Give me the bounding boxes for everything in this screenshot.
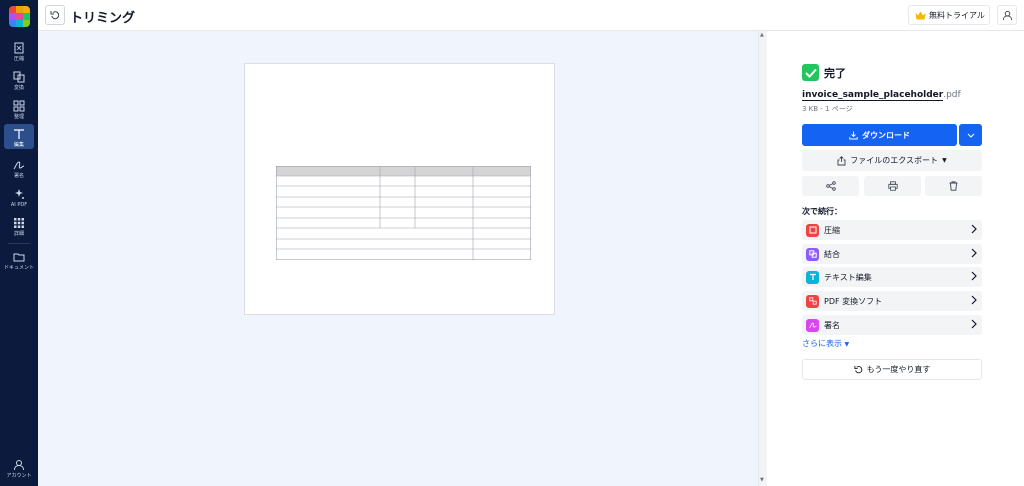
share-button[interactable]	[802, 176, 859, 196]
tool-label: 結合	[824, 249, 840, 259]
sidebar-item-label: 整理	[13, 114, 24, 120]
sidebar: 圧縮 変換 整理 編集 署名 AI PDF 詳細 ドキュメント アカウント	[0, 0, 38, 486]
sidebar-item-label: 圧縮	[13, 56, 24, 62]
chevron-right-icon	[971, 271, 977, 281]
file-name: invoice_sample_placeholder.pdf	[802, 90, 961, 101]
show-more-label: さらに表示	[802, 339, 842, 348]
account-icon	[14, 460, 24, 471]
sidebar-item-convert[interactable]: 変換	[4, 67, 34, 91]
download-button[interactable]: ダウンロード	[802, 124, 957, 146]
convert-icon	[13, 71, 25, 83]
download-label: ダウンロード	[862, 130, 910, 140]
tool-label: 圧縮	[824, 225, 840, 235]
continue-with-label: 次で続行：	[802, 207, 842, 216]
print-button[interactable]	[864, 176, 921, 196]
sidebar-item-label: 変換	[13, 85, 24, 91]
share-icon	[825, 181, 836, 191]
check-icon	[802, 64, 819, 81]
retry-label: もう一度やり直す	[866, 365, 931, 374]
sign-tool-icon	[806, 318, 819, 332]
sidebar-item-label: 編集	[13, 142, 24, 148]
scroll-up-arrow-icon[interactable]: ▲	[760, 32, 764, 38]
delete-button[interactable]	[925, 176, 982, 196]
sidebar-item-label: 署名	[13, 173, 24, 179]
compress-tool-icon	[806, 223, 819, 237]
trash-icon	[949, 181, 958, 191]
merge-tool-icon	[806, 247, 819, 261]
printer-icon	[887, 181, 898, 191]
user-menu-button[interactable]	[997, 5, 1017, 25]
result-panel: 完了 invoice_sample_placeholder.pdf 3 KB -…	[767, 31, 1024, 486]
app-logo[interactable]	[9, 6, 30, 27]
folder-icon	[13, 253, 25, 262]
pdf-converter-tool-icon	[806, 294, 819, 308]
retry-button[interactable]: もう一度やり直す	[802, 359, 982, 380]
completion-status: 完了	[802, 64, 846, 81]
tool-label: PDF 変換ソフト	[824, 296, 883, 306]
sidebar-item-compress[interactable]: 圧縮	[4, 38, 34, 62]
sidebar-item-label: ドキュメント	[4, 265, 35, 271]
status-text: 完了	[824, 66, 846, 80]
chevron-down-icon	[967, 133, 974, 138]
chevron-right-icon	[971, 248, 977, 258]
export-label: ファイルのエクスポート	[850, 156, 939, 165]
compress-icon	[14, 42, 24, 54]
document-canvas	[38, 31, 758, 486]
export-icon	[837, 155, 846, 165]
sidebar-item-sign[interactable]: 署名	[4, 155, 34, 179]
next-tool-text-edit[interactable]: テキスト編集	[802, 267, 982, 287]
text-edit-tool-icon	[806, 270, 819, 284]
free-trial-button[interactable]: 無料トライアル	[908, 5, 990, 25]
chevron-right-icon	[971, 295, 977, 305]
ai-sparkle-icon	[15, 189, 24, 199]
undo-button[interactable]	[45, 5, 65, 25]
sidebar-divider	[8, 243, 30, 244]
file-meta: 3 KB - 1 ページ	[802, 105, 853, 113]
export-file-button[interactable]: ファイルのエクスポート ▼	[802, 150, 982, 171]
undo-icon	[50, 11, 60, 20]
tool-label: 署名	[824, 320, 840, 330]
sidebar-item-organize[interactable]: 整理	[4, 96, 34, 120]
user-icon	[1002, 10, 1012, 20]
edit-icon	[14, 129, 24, 139]
sidebar-item-edit[interactable]: 編集	[4, 124, 34, 149]
file-extension: .pdf	[943, 90, 961, 100]
page-title: トリミング	[70, 11, 136, 26]
sidebar-item-label: 詳細	[13, 231, 24, 237]
file-name-text: invoice_sample_placeholder	[802, 90, 944, 101]
show-more-link[interactable]: さらに表示 ▼	[802, 338, 849, 349]
crown-icon	[915, 11, 926, 19]
next-tool-sign[interactable]: 署名	[802, 315, 982, 335]
tool-label: テキスト編集	[824, 272, 872, 282]
caret-down-icon: ▼	[942, 157, 947, 164]
retry-icon	[854, 365, 862, 374]
sidebar-item-documents[interactable]: ドキュメント	[4, 247, 34, 271]
organize-icon	[13, 100, 25, 112]
chevron-right-icon	[971, 319, 977, 329]
sidebar-item-label: AI PDF	[10, 202, 28, 208]
next-tool-pdf-converter[interactable]: PDF 変換ソフト	[802, 291, 982, 311]
sidebar-item-ai-pdf[interactable]: AI PDF	[4, 184, 34, 208]
sidebar-account-label: アカウント	[6, 473, 32, 479]
caret-down-icon: ▼	[844, 341, 850, 348]
sidebar-item-account[interactable]: アカウント	[4, 455, 34, 479]
sign-icon	[13, 161, 25, 170]
top-bar: トリミング 無料トライアル	[38, 0, 1024, 31]
next-tool-merge[interactable]: 結合	[802, 244, 982, 264]
document-table-preview	[276, 166, 531, 260]
scroll-down-arrow-icon[interactable]: ▼	[760, 477, 764, 483]
scrollbar[interactable]: ▲ ▼	[758, 31, 767, 486]
pdf-page-preview[interactable]	[244, 63, 555, 315]
download-options-button[interactable]	[959, 124, 982, 146]
sidebar-item-details[interactable]: 詳細	[4, 213, 34, 237]
next-tool-compress[interactable]: 圧縮	[802, 220, 982, 240]
grid-icon	[14, 218, 24, 228]
chevron-right-icon	[971, 224, 977, 234]
download-icon	[849, 131, 858, 139]
free-trial-label: 無料トライアル	[929, 10, 985, 20]
